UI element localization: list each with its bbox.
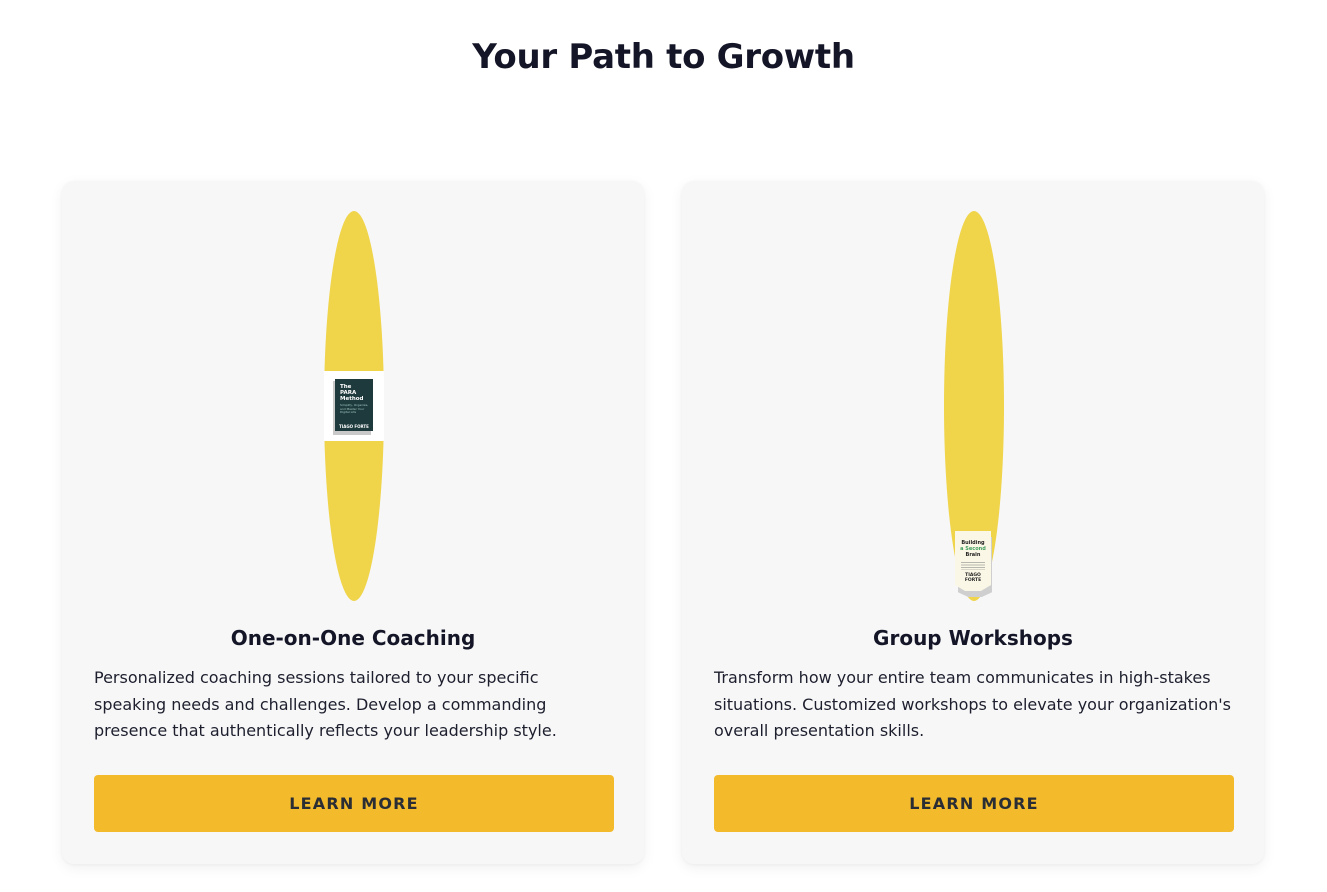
service-card-coaching: The PARA Method Simplify, Organize, and … <box>62 181 644 864</box>
book-cover-title-line: Method <box>340 396 364 402</box>
book-cover-author: TIAGO FORTE <box>339 424 369 429</box>
card-visual: Building a Second Brain TIAGO FORTE <box>944 211 1004 601</box>
book-cover-text-lines <box>961 562 985 570</box>
card-title: Group Workshops <box>873 626 1073 650</box>
book-cover-title-line: Brain <box>965 552 981 558</box>
book-image-frame: The PARA Method Simplify, Organize, and … <box>324 371 384 441</box>
book-cover-subtitle: Simplify, Organize, and Master Your Digi… <box>340 403 369 414</box>
book-cover: The PARA Method Simplify, Organize, and … <box>335 379 373 431</box>
book-image-frame: Building a Second Brain TIAGO FORTE <box>944 529 1004 601</box>
services-section: Your Path to Growth The PARA Method Simp… <box>0 0 1327 892</box>
learn-more-button[interactable]: LEARN MORE <box>714 775 1234 832</box>
section-title: Your Path to Growth <box>472 37 855 77</box>
book-cover-author: TIAGO FORTE <box>955 573 991 583</box>
second-brain-book-cover-icon: Building a Second Brain TIAGO FORTE <box>952 531 996 597</box>
card-description: Transform how your entire team communica… <box>714 668 1231 740</box>
learn-more-button[interactable]: LEARN MORE <box>94 775 614 832</box>
para-method-book-cover-icon: The PARA Method Simplify, Organize, and … <box>333 379 373 435</box>
book-cover-author-line: FORTE <box>964 578 982 583</box>
service-card-workshops: Building a Second Brain TIAGO FORTE Grou… <box>682 181 1264 864</box>
book-cover: Building a Second Brain TIAGO FORTE <box>955 531 991 591</box>
card-visual: The PARA Method Simplify, Organize, and … <box>324 211 384 601</box>
card-description: Personalized coaching sessions tailored … <box>94 668 557 740</box>
card-title: One-on-One Coaching <box>230 626 476 650</box>
